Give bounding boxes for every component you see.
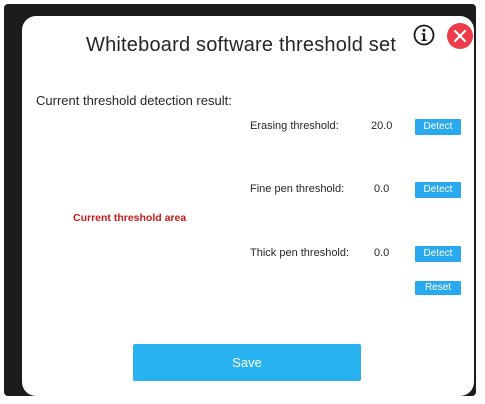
info-icon[interactable] [413,24,435,46]
dialog-title: Whiteboard software threshold set [86,34,397,56]
thick-pen-threshold-label: Thick pen threshold: [250,247,350,259]
thick-pen-threshold-value: 0.0 [374,247,390,259]
detect-fine-pen-button[interactable]: Detect [415,182,461,198]
close-icon[interactable] [446,22,474,50]
erasing-threshold-label: Erasing threshold: [250,120,339,132]
detect-thick-pen-button[interactable]: Detect [415,246,461,262]
erasing-threshold-value: 20.0 [371,120,393,132]
save-button[interactable]: Save [133,344,361,381]
threshold-dialog [22,16,474,396]
reset-button[interactable]: Reset [415,281,461,295]
section-label: Current threshold detection result: [36,93,232,108]
detect-erasing-button[interactable]: Detect [415,119,461,135]
fine-pen-threshold-label: Fine pen threshold: [250,183,345,195]
current-threshold-area-label: Current threshold area [73,212,187,224]
window-frame [4,4,476,396]
fine-pen-threshold-value: 0.0 [374,183,390,195]
